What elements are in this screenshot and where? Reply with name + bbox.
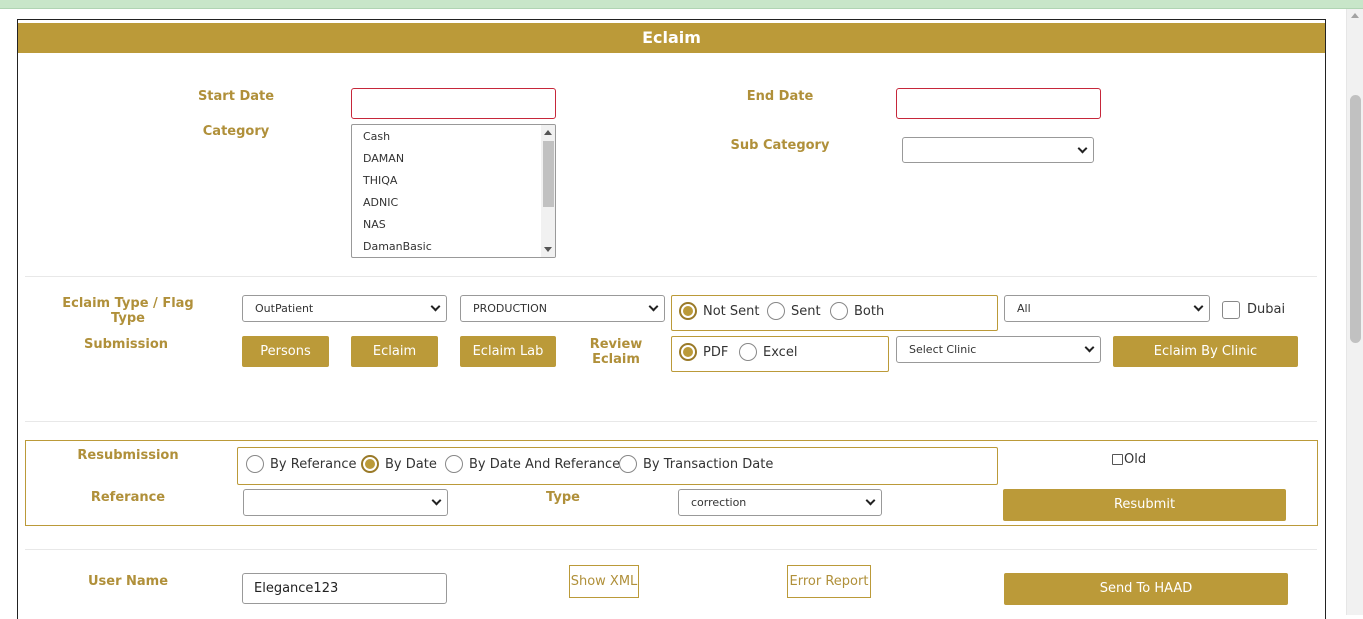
- radio-selected-icon: [679, 343, 697, 361]
- mode-by-date-and-referance-radio[interactable]: By Date And Referance: [445, 455, 620, 473]
- end-date-input[interactable]: [896, 88, 1101, 119]
- mode-by-referance-label: By Referance: [270, 456, 357, 472]
- start-date-label: Start Date: [197, 89, 275, 104]
- browser-top-bar: [0, 0, 1363, 9]
- eclaim-type-value: OutPatient: [255, 302, 314, 315]
- flag-type-select[interactable]: PRODUCTION: [460, 295, 665, 322]
- status-both-label: Both: [854, 303, 885, 319]
- format-excel-radio[interactable]: Excel: [739, 343, 797, 361]
- status-not-sent-radio[interactable]: Not Sent: [679, 302, 760, 320]
- section-divider: [25, 421, 1317, 422]
- scroll-thumb[interactable]: [1350, 95, 1361, 343]
- category-listbox[interactable]: Cash DAMAN THIQA ADNIC NAS DamanBasic: [351, 124, 556, 258]
- radio-selected-icon: [361, 455, 379, 473]
- filter-select[interactable]: All: [1004, 295, 1210, 322]
- chevron-down-icon: [1084, 342, 1095, 353]
- type-label: Type: [546, 490, 580, 505]
- scroll-thumb[interactable]: [543, 141, 554, 207]
- mode-by-referance-radio[interactable]: By Referance: [246, 455, 356, 473]
- resubmit-button[interactable]: Resubmit: [1003, 489, 1286, 521]
- eclaim-lab-button[interactable]: Eclaim Lab: [460, 336, 556, 367]
- chevron-down-icon: [865, 495, 876, 506]
- status-not-sent-label: Not Sent: [703, 303, 760, 319]
- show-xml-button[interactable]: Show XML: [569, 565, 639, 598]
- status-sent-radio[interactable]: Sent: [767, 302, 821, 320]
- page-title: Eclaim: [18, 23, 1325, 53]
- old-label: Old: [1124, 452, 1147, 467]
- eclaim-by-clinic-button[interactable]: Eclaim By Clinic: [1113, 336, 1298, 367]
- scroll-down-arrow-icon[interactable]: [544, 247, 552, 252]
- category-option[interactable]: ADNIC: [352, 192, 555, 214]
- clinic-value: Select Clinic: [909, 343, 977, 356]
- persons-button[interactable]: Persons: [242, 336, 329, 367]
- radio-icon: [739, 343, 757, 361]
- status-sent-label: Sent: [791, 303, 821, 319]
- format-pdf-label: PDF: [703, 344, 729, 360]
- chevron-down-icon: [1193, 301, 1204, 312]
- category-option[interactable]: DAMAN: [352, 148, 555, 170]
- mode-by-date-and-referance-label: By Date And Referance: [469, 456, 621, 472]
- category-option[interactable]: NAS: [352, 214, 555, 236]
- dubai-label: Dubai: [1247, 302, 1286, 317]
- mode-by-transaction-date-radio[interactable]: By Transaction Date: [619, 455, 773, 473]
- old-checkbox[interactable]: Old: [1112, 452, 1146, 467]
- category-label: Category: [202, 124, 270, 139]
- submission-label: Submission: [83, 337, 169, 352]
- type-select[interactable]: correction: [678, 489, 882, 516]
- scroll-up-arrow-icon[interactable]: [544, 130, 552, 135]
- radio-icon: [445, 455, 463, 473]
- radio-icon: [246, 455, 264, 473]
- format-pdf-radio[interactable]: PDF: [679, 343, 728, 361]
- eclaim-type-select[interactable]: OutPatient: [242, 295, 447, 322]
- section-divider: [25, 549, 1317, 550]
- eclaim-panel: Eclaim Start Date End Date Category Cash…: [17, 19, 1326, 619]
- checkbox-icon: [1112, 454, 1123, 465]
- flag-type-value: PRODUCTION: [473, 302, 547, 315]
- clinic-select[interactable]: Select Clinic: [896, 336, 1101, 363]
- mode-by-date-radio[interactable]: By Date: [361, 455, 437, 473]
- review-eclaim-label: Review Eclaim: [589, 337, 643, 367]
- section-divider: [25, 276, 1317, 277]
- user-name-input[interactable]: Elegance123: [242, 573, 447, 604]
- sub-category-label: Sub Category: [730, 138, 830, 153]
- eclaim-type-label: Eclaim Type / Flag Type: [62, 296, 194, 326]
- category-option[interactable]: THIQA: [352, 170, 555, 192]
- type-value: correction: [691, 496, 747, 509]
- radio-selected-icon: [679, 302, 697, 320]
- radio-icon: [767, 302, 785, 320]
- send-to-haad-button[interactable]: Send To HAAD: [1004, 573, 1288, 605]
- page-scrollbar[interactable]: [1346, 9, 1363, 615]
- format-excel-label: Excel: [763, 344, 798, 360]
- chevron-down-icon: [1077, 143, 1088, 154]
- start-date-input[interactable]: [351, 88, 556, 119]
- category-option[interactable]: DamanBasic: [352, 236, 555, 257]
- scroll-up-arrow-icon[interactable]: [1351, 13, 1359, 18]
- user-name-label: User Name: [87, 574, 169, 589]
- dubai-checkbox[interactable]: [1222, 301, 1240, 319]
- sub-category-select[interactable]: [902, 137, 1094, 163]
- mode-by-date-label: By Date: [385, 456, 437, 472]
- category-option[interactable]: Cash: [352, 126, 555, 148]
- status-both-radio[interactable]: Both: [830, 302, 884, 320]
- referance-label: Referance: [90, 490, 166, 505]
- eclaim-button[interactable]: Eclaim: [351, 336, 438, 367]
- error-report-button[interactable]: Error Report: [787, 565, 871, 598]
- resubmission-label: Resubmission: [77, 448, 179, 463]
- radio-icon: [830, 302, 848, 320]
- chevron-down-icon: [431, 495, 442, 506]
- chevron-down-icon: [430, 301, 441, 312]
- end-date-label: End Date: [746, 89, 814, 104]
- listbox-scrollbar[interactable]: [541, 125, 555, 257]
- referance-select[interactable]: [243, 489, 448, 516]
- radio-icon: [619, 455, 637, 473]
- filter-value: All: [1017, 302, 1031, 315]
- mode-by-transaction-date-label: By Transaction Date: [643, 456, 774, 472]
- chevron-down-icon: [648, 301, 659, 312]
